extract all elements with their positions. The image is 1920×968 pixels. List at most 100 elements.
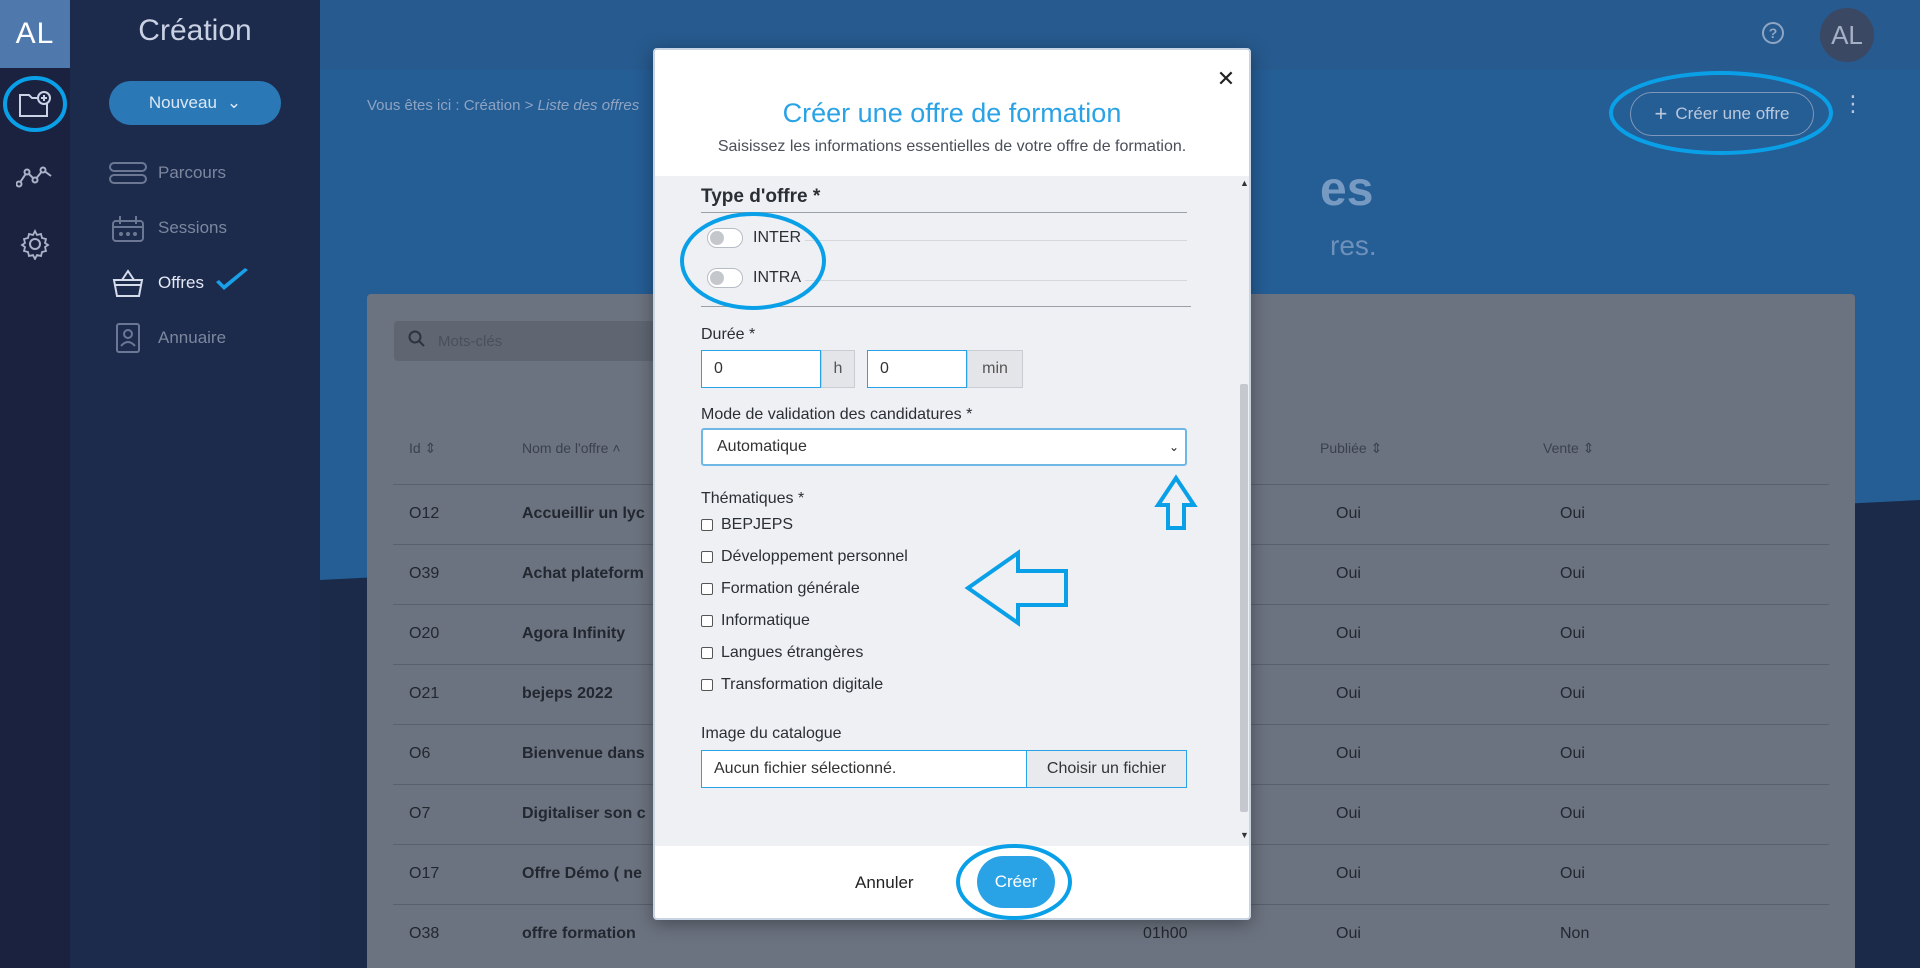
close-icon[interactable]: ✕	[1211, 64, 1241, 94]
catalog-image-file-input[interactable]: Aucun fichier sélectionné. Choisir un fi…	[701, 750, 1187, 788]
cell-name[interactable]: Agora Infinity	[522, 625, 625, 643]
column-header-published[interactable]: Publiée ⇕	[1320, 440, 1382, 457]
column-header-id[interactable]: Id ⇕	[409, 440, 436, 457]
avatar[interactable]: AL	[1820, 8, 1874, 62]
column-header-label: Publiée	[1320, 440, 1367, 456]
plus-icon: +	[1654, 101, 1668, 126]
sort-icon: ⇕	[424, 440, 437, 456]
minutes-input[interactable]: 0	[867, 350, 967, 388]
cell-sale: Oui	[1560, 625, 1585, 642]
create-button[interactable]: Créer	[977, 856, 1055, 908]
column-header-name[interactable]: Nom de l'offre ˄	[522, 440, 621, 456]
basket-icon	[108, 266, 148, 300]
cell-sale: Oui	[1560, 685, 1585, 702]
cell-sale: Oui	[1560, 745, 1585, 762]
cell-published: Oui	[1336, 685, 1361, 702]
cell-sale: Oui	[1560, 805, 1585, 822]
cell-name[interactable]: bejeps 2022	[522, 685, 613, 703]
themes-label: Thématiques *	[701, 490, 805, 507]
theme-checkbox-row[interactable]: Transformation digitale	[701, 674, 883, 696]
cell-sale: Oui	[1560, 505, 1585, 522]
checkbox[interactable]	[701, 519, 713, 531]
contact-book-icon	[108, 321, 148, 355]
dialog-title: Créer une offre de formation	[782, 98, 1122, 128]
theme-label: Développement personnel	[721, 548, 908, 565]
theme-checkbox-row[interactable]: Formation générale	[701, 578, 860, 600]
breadcrumb-prefix: Vous êtes ici : Création >	[367, 97, 538, 114]
cell-published: Oui	[1336, 745, 1361, 762]
checkbox[interactable]	[701, 615, 713, 627]
checkbox[interactable]	[701, 679, 713, 691]
sidebar-item-annuaire[interactable]: Annuaire	[108, 318, 226, 358]
sidebar-item-label: Sessions	[158, 218, 227, 237]
column-header-sale[interactable]: Vente ⇕	[1543, 440, 1594, 457]
cell-published: Oui	[1336, 865, 1361, 882]
choose-file-button[interactable]: Choisir un fichier	[1026, 751, 1186, 787]
dialog-header: ✕ Créer une offre de formation Saisissez…	[655, 50, 1249, 176]
sidebar-item-label: Annuaire	[158, 328, 227, 347]
checkbox[interactable]	[701, 583, 713, 595]
new-button-label: Nouveau	[148, 93, 217, 112]
file-name-display: Aucun fichier sélectionné.	[714, 760, 897, 777]
checkmark-icon	[214, 267, 250, 299]
theme-checkbox-row[interactable]: BEPJEPS	[701, 514, 793, 536]
validation-mode-label: Mode de validation des candidatures *	[701, 406, 973, 423]
theme-label: BEPJEPS	[721, 516, 794, 533]
theme-label: Formation générale	[721, 580, 860, 597]
cell-name[interactable]: Achat plateform	[522, 565, 644, 583]
minutes-unit: min	[967, 350, 1023, 388]
sidebar-item-sessions[interactable]: Sessions	[108, 208, 227, 248]
sidebar-item-offres[interactable]: Offres	[108, 263, 250, 303]
checkbox[interactable]	[701, 647, 713, 659]
sidebar-item-parcours[interactable]: Parcours	[108, 153, 226, 193]
dialog-footer: Annuler Créer	[655, 846, 1249, 918]
cell-duration: 01h00	[1143, 925, 1188, 942]
theme-checkbox-row[interactable]: Informatique	[701, 610, 810, 632]
scroll-down-icon[interactable]: ▼	[1240, 830, 1249, 842]
sidebar-item-label: Parcours	[158, 163, 227, 182]
cell-name[interactable]: Digitaliser son c	[522, 805, 646, 823]
calendar-icon	[108, 211, 148, 245]
scrollbar-thumb[interactable]	[1240, 384, 1248, 812]
cell-published: Oui	[1336, 565, 1361, 582]
column-header-label: Nom de l'offre	[522, 440, 609, 456]
folder-plus-icon[interactable]	[13, 82, 57, 126]
cell-id: O6	[409, 745, 431, 762]
scroll-up-icon[interactable]: ▲	[1240, 178, 1249, 190]
checkbox[interactable]	[701, 551, 713, 563]
breadcrumb-current[interactable]: Liste des offres	[538, 97, 640, 114]
new-button[interactable]: Nouveau ⌄	[109, 81, 281, 125]
cell-name[interactable]: offre formation	[522, 925, 636, 943]
cell-name[interactable]: Accueillir un lyc	[522, 505, 645, 523]
hours-input[interactable]: 0	[701, 350, 821, 388]
chevron-down-icon: ⌄	[226, 93, 242, 112]
app-logo[interactable]: AL	[0, 0, 70, 68]
theme-checkbox-row[interactable]: Langues étrangères	[701, 642, 863, 664]
toggle-inter[interactable]	[707, 228, 743, 248]
analytics-icon[interactable]	[13, 154, 57, 198]
cell-published: Oui	[1336, 625, 1361, 642]
more-options-icon[interactable]: ⋮	[1842, 93, 1864, 126]
panel-title: Création	[138, 14, 252, 47]
cell-id: O39	[409, 565, 440, 582]
dialog-subtitle: Saisissez les informations essentielles …	[717, 138, 1187, 155]
divider	[701, 306, 1191, 307]
gear-icon[interactable]	[13, 222, 57, 266]
cell-published: Oui	[1336, 505, 1361, 522]
path-icon	[108, 156, 148, 190]
cell-name[interactable]: Offre Démo ( ne	[522, 865, 642, 883]
sort-up-icon: ˄	[612, 440, 621, 456]
validation-mode-select[interactable]: Automatique ⌄	[701, 428, 1187, 466]
page-title-fragment: es	[1320, 163, 1374, 216]
cell-id: O12	[409, 505, 440, 522]
search-icon	[408, 330, 426, 352]
app-rail: AL	[0, 0, 70, 968]
cell-name[interactable]: Bienvenue dans	[522, 745, 645, 763]
create-offer-button[interactable]: + Créer une offre	[1630, 92, 1814, 136]
duration-label: Durée *	[701, 326, 756, 343]
cancel-button[interactable]: Annuler	[845, 868, 924, 898]
help-icon[interactable]: ?	[1762, 22, 1784, 44]
toggle-intra[interactable]	[707, 268, 743, 288]
theme-checkbox-row[interactable]: Développement personnel	[701, 546, 908, 568]
sort-icon: ⇕	[1370, 440, 1383, 456]
